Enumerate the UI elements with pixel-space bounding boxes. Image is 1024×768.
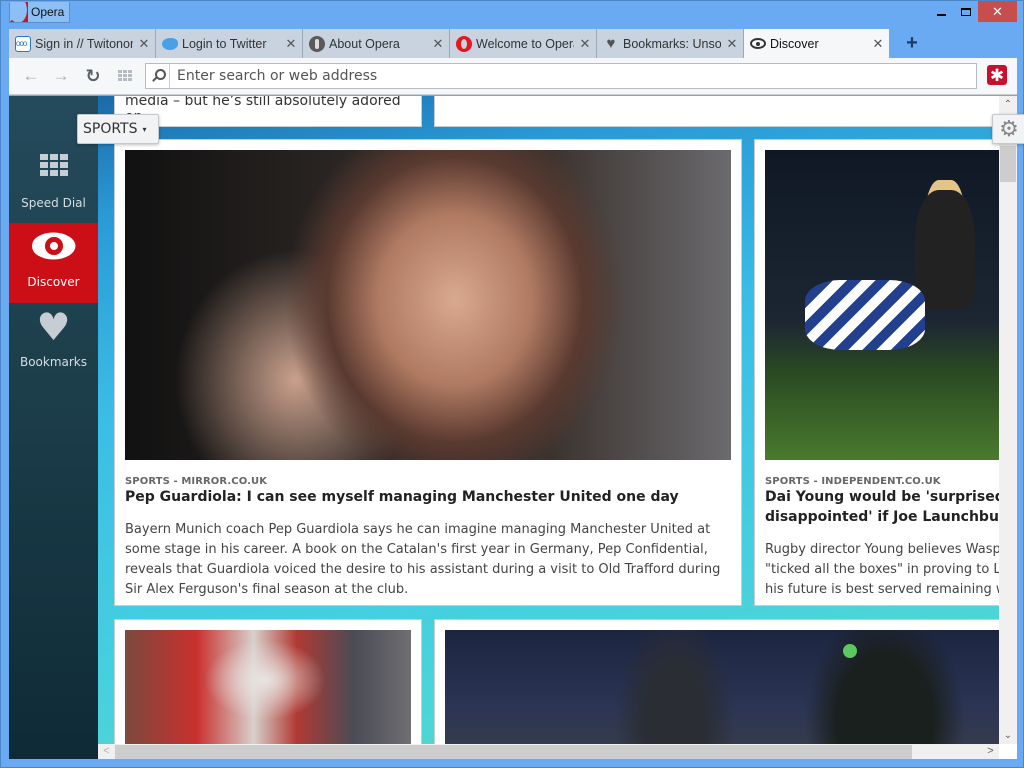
summary-line: Rugby director Young believes Wasps have <box>765 542 999 557</box>
tab-discover[interactable]: Discover ✕ <box>744 29 889 58</box>
tab-close-icon[interactable]: ✕ <box>280 36 302 52</box>
new-tab-button[interactable]: + <box>902 32 922 54</box>
opera-logo-icon <box>10 2 28 22</box>
vertical-scroll-thumb[interactable] <box>1000 146 1016 182</box>
tab-close-icon[interactable]: ✕ <box>867 36 889 52</box>
toolbar: ← → ↻ ✱ <box>9 58 1017 95</box>
twitter-bird-icon <box>162 37 178 50</box>
minimize-icon <box>936 13 946 16</box>
article-source: SPORTS - MIRROR.CO.UK <box>125 476 268 487</box>
minimize-button[interactable] <box>927 1 955 22</box>
article-source: SPORTS - INDEPENDENT.CO.UK <box>765 476 941 487</box>
discover-settings-button[interactable]: ⚙ <box>992 114 1024 144</box>
article-headline[interactable]: Dai Young would be 'surprised and disapp… <box>765 487 999 527</box>
speed-dial-button[interactable] <box>113 65 137 87</box>
sidebar-item-label: Discover <box>27 275 80 289</box>
sidebar-item-label: Speed Dial <box>21 196 86 210</box>
article-image[interactable] <box>445 630 999 744</box>
close-window-button[interactable]: ✕ <box>978 1 1017 22</box>
category-label: SPORTS <box>83 121 138 137</box>
opera-red-icon <box>456 35 472 52</box>
tab-title: Sign in // Twitonomy <box>35 36 133 51</box>
article-card[interactable]: SPORTS - INDEPENDENT.CO.UK Dai Young wou… <box>754 139 999 606</box>
back-button[interactable]: ← <box>19 65 43 87</box>
tab-close-icon[interactable]: ✕ <box>574 36 596 52</box>
caret-down-icon: ▾ <box>142 124 147 134</box>
opera-menu-button[interactable]: Opera <box>9 2 70 23</box>
scroll-left-icon[interactable]: < <box>98 744 115 759</box>
heart-icon: ♥ <box>36 305 71 349</box>
tab-strip: Sign in // Twitonomy ✕ Login to Twitter … <box>9 29 1017 58</box>
tab-bookmarks[interactable]: ♥ Bookmarks: Unsorted ✕ <box>597 29 744 58</box>
search-icon <box>146 64 170 88</box>
article-headline[interactable]: Pep Guardiola: I can see myself managing… <box>125 487 679 507</box>
article-image[interactable] <box>765 150 999 460</box>
tab-close-icon[interactable]: ✕ <box>133 36 155 52</box>
speed-dial-grid-icon <box>39 154 68 176</box>
category-dropdown[interactable]: SPORTS ▾ <box>77 114 159 144</box>
tab-title: Bookmarks: Unsorted <box>623 36 721 51</box>
article-card[interactable]: SPORTS - MIRROR.CO.UK Pep Guardiola: I c… <box>114 139 742 606</box>
browser-window: Opera ✕ Sign in // Twitonomy ✕ Login to … <box>0 0 1024 768</box>
sidebar: Speed Dial Discover ♥ Bookmarks <box>9 96 98 759</box>
summary-line: "ticked all the boxes" in proving to Lau… <box>765 562 999 577</box>
article-card[interactable] <box>434 619 999 744</box>
summary-line: his future is best served remaining with… <box>765 582 999 597</box>
maximize-button[interactable] <box>955 1 977 22</box>
tab-login-twitter[interactable]: Login to Twitter ✕ <box>156 29 303 58</box>
article-card[interactable] <box>434 96 999 127</box>
article-image[interactable] <box>125 150 731 460</box>
discover-feed: media – but he’s still absolutely adored… <box>98 96 999 744</box>
extension-button[interactable]: ✱ <box>987 65 1007 85</box>
forward-button[interactable]: → <box>49 65 73 87</box>
tab-welcome-opera[interactable]: Welcome to Opera ✕ <box>450 29 597 58</box>
sidebar-item-discover[interactable]: Discover <box>9 223 98 303</box>
scroll-up-icon[interactable]: ⌃ <box>999 96 1017 113</box>
article-image[interactable] <box>125 630 411 744</box>
horizontal-scroll-thumb[interactable] <box>115 745 912 759</box>
address-bar[interactable] <box>145 63 977 89</box>
article-summary: Bayern Munich coach Pep Guardiola says h… <box>125 522 721 597</box>
tab-close-icon[interactable]: ✕ <box>721 36 743 52</box>
tab-title: Discover <box>770 36 819 51</box>
tab-title: Login to Twitter <box>182 36 267 51</box>
tab-title: Welcome to Opera <box>476 36 574 51</box>
app-name: Opera <box>31 5 65 19</box>
reload-button[interactable]: ↻ <box>81 65 105 87</box>
article-card[interactable]: media – but he’s still absolutely adored… <box>114 96 422 127</box>
article-card[interactable] <box>114 619 422 744</box>
horizontal-scrollbar[interactable]: < > <box>98 744 999 759</box>
twitonomy-icon <box>15 35 31 52</box>
article-summary: media – but he’s still absolutely adored… <box>125 96 401 125</box>
article-summary: Rugby director Young believes Wasps have… <box>765 540 999 600</box>
tab-about-opera[interactable]: About Opera ✕ <box>303 29 450 58</box>
maximize-icon <box>961 7 971 16</box>
sidebar-item-bookmarks[interactable]: ♥ Bookmarks <box>9 303 98 383</box>
gear-icon: ⚙ <box>999 116 1019 141</box>
eye-icon <box>32 231 76 261</box>
scroll-right-icon[interactable]: > <box>982 744 999 759</box>
opera-grey-icon <box>309 35 325 52</box>
heart-icon: ♥ <box>606 34 616 52</box>
grid-icon <box>118 70 132 81</box>
tab-twitonomy[interactable]: Sign in // Twitonomy ✕ <box>9 29 156 58</box>
tab-close-icon[interactable]: ✕ <box>427 36 449 52</box>
address-input[interactable] <box>170 65 976 87</box>
vertical-scrollbar[interactable]: ⌃ ⌄ <box>999 96 1017 744</box>
tab-title: About Opera <box>329 36 400 51</box>
scrollbar-corner <box>999 744 1017 759</box>
sidebar-item-label: Bookmarks <box>19 355 88 369</box>
sidebar-item-speed-dial[interactable]: Speed Dial <box>9 144 98 224</box>
close-icon: ✕ <box>992 3 1003 19</box>
eye-icon <box>750 38 766 49</box>
scroll-down-icon[interactable]: ⌄ <box>999 727 1017 744</box>
